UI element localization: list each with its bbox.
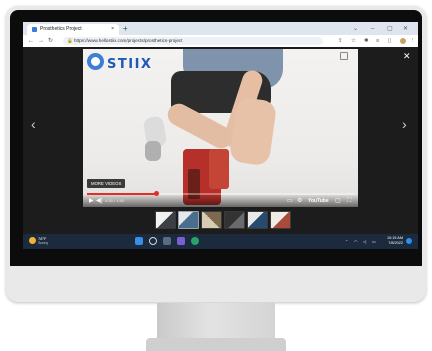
fullscreen-icon[interactable]: ⛶ — [347, 195, 351, 207]
speaker-icon[interactable]: ◁ — [363, 234, 366, 249]
browser-app-icon[interactable] — [191, 237, 199, 245]
weather-condition[interactable]: Sunny — [38, 241, 48, 246]
tab-close-icon[interactable]: × — [111, 24, 114, 35]
gallery-thumbnail[interactable] — [270, 211, 291, 229]
windows-taskbar: 78°F Sunny ⌃ ◠ ◁ ▭ 10:15 AM 7/8/2022 — [23, 234, 418, 249]
prosthetic-device-part — [209, 149, 229, 189]
profile-avatar[interactable] — [400, 38, 406, 44]
video-controls: ▶ ◀) 0:18 / 1:43 ▭ ⚙ YouTube ▢ ⛶ — [83, 195, 358, 207]
wifi-icon[interactable]: ◠ — [354, 234, 358, 249]
close-window-button[interactable]: ✕ — [403, 23, 408, 35]
tab-search-icon[interactable]: ⌄ — [353, 23, 358, 35]
lightbox-close-button[interactable]: ✕ — [403, 51, 411, 61]
taskbar-date: 7/8/2022 — [388, 241, 403, 245]
captions-icon[interactable]: ▭ — [287, 195, 293, 207]
reload-icon[interactable]: ↻ — [48, 35, 53, 47]
extension-icon[interactable]: ✱ — [364, 35, 369, 47]
search-icon[interactable] — [149, 237, 157, 245]
browser-tab[interactable]: Prosthetics Project × — [27, 24, 119, 35]
next-arrow-button[interactable]: › — [402, 117, 407, 131]
bookmark-star-icon[interactable]: ☆ — [351, 35, 356, 47]
back-arrow-icon[interactable]: ← — [28, 35, 34, 47]
tray-chevron-icon[interactable]: ⌃ — [345, 234, 349, 249]
reading-list-icon[interactable]: ≡ — [376, 35, 379, 47]
browser-tabstrip: Prosthetics Project × + ⌄ – ▢ ✕ — [23, 22, 418, 35]
monitor-stand-base — [146, 338, 286, 351]
site-favicon-icon — [32, 27, 37, 32]
youtube-logo[interactable]: YouTube — [308, 195, 329, 207]
gallery-thumbnail[interactable] — [247, 211, 268, 229]
browser-menu-icon[interactable]: ⋮ — [410, 35, 416, 47]
gallery-thumbnail[interactable] — [201, 211, 222, 229]
cast-icon[interactable]: ▢ — [335, 195, 341, 207]
url-text: https://www.hellostiix.com/projects/pros… — [74, 38, 183, 43]
address-bar[interactable]: 🔒 https://www.hellostiix.com/projects/pr… — [63, 37, 323, 45]
start-windows-icon[interactable] — [135, 237, 143, 245]
new-tab-button[interactable]: + — [123, 23, 128, 35]
task-view-icon[interactable] — [163, 237, 171, 245]
notification-icon[interactable] — [406, 238, 412, 244]
channel-avatar-icon[interactable] — [87, 53, 104, 70]
lock-icon: 🔒 — [67, 38, 73, 43]
play-icon[interactable]: ▶ — [89, 195, 94, 207]
maximize-button[interactable]: ▢ — [387, 23, 393, 35]
screen: Prosthetics Project × + ⌄ – ▢ ✕ ← → ↻ 🔒 … — [23, 22, 418, 249]
forward-arrow-icon[interactable]: → — [38, 35, 44, 47]
gallery-thumbnail[interactable] — [178, 211, 199, 229]
share-icon[interactable]: ⇪ — [338, 35, 343, 47]
video-figure-shoe — [145, 141, 161, 161]
tab-title: Prosthetics Project — [40, 26, 82, 32]
settings-gear-icon[interactable]: ⚙ — [297, 195, 302, 207]
gallery-thumbnail[interactable] — [155, 211, 176, 229]
copy-link-icon[interactable] — [340, 52, 348, 60]
minimize-button[interactable]: – — [371, 23, 374, 35]
previous-arrow-button[interactable]: ‹ — [31, 117, 36, 131]
video-timecode: 0:18 / 1:43 — [105, 198, 124, 203]
volume-icon[interactable]: ◀) — [96, 195, 103, 207]
sidebar-icon[interactable]: ▯ — [388, 35, 391, 47]
gallery-thumbnail[interactable] — [224, 211, 245, 229]
taskbar-clock[interactable]: 10:15 AM 7/8/2022 — [385, 236, 403, 246]
teams-chat-icon[interactable] — [177, 237, 185, 245]
video-player[interactable]: STIIX MORE VIDEOS ▶ ◀) 0:18 / 1:43 ▭ ⚙ Y… — [83, 49, 358, 207]
battery-icon[interactable]: ▭ — [372, 234, 376, 249]
brand-logo: STIIX — [107, 57, 153, 72]
more-videos-button[interactable]: MORE VIDEOS — [87, 179, 126, 188]
weather-sun-icon[interactable] — [29, 237, 36, 244]
monitor-stand-neck — [157, 303, 275, 339]
